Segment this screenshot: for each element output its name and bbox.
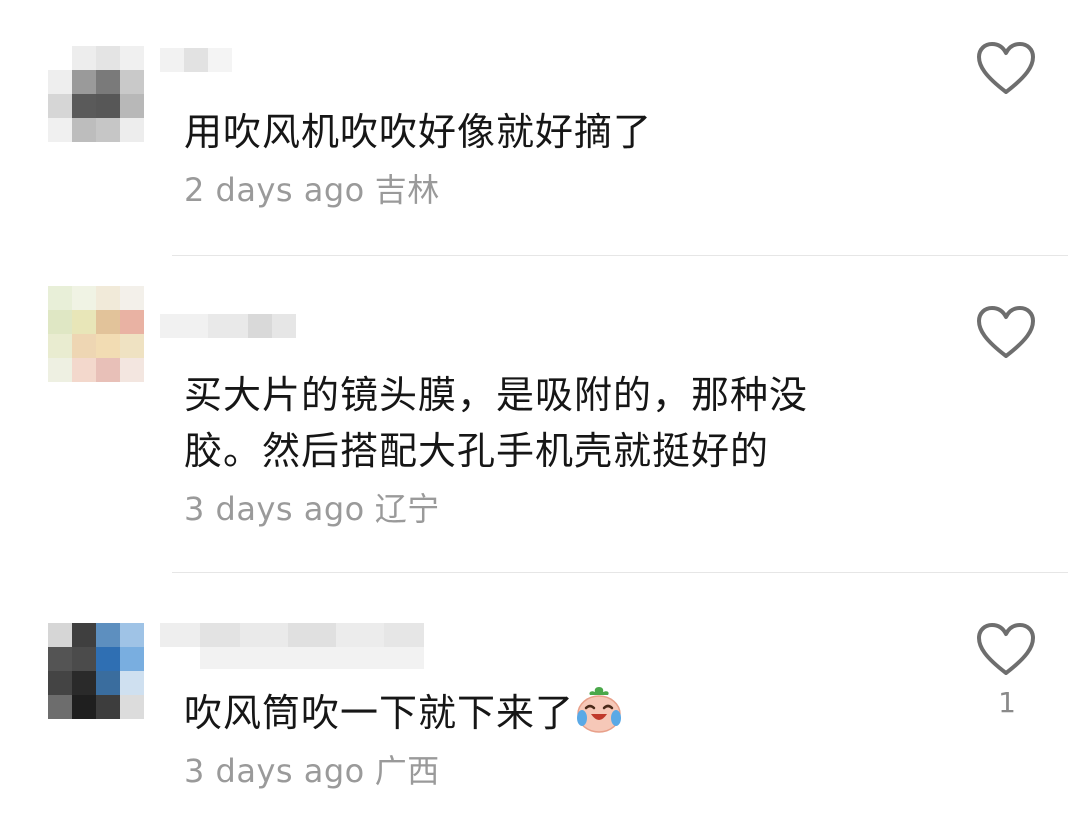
comment-time: 3 days ago	[184, 752, 365, 790]
comment-location: 吉林	[374, 171, 440, 209]
comment-time: 3 days ago	[184, 490, 365, 528]
heart-outline-icon[interactable]	[975, 304, 1037, 360]
like-count: 1	[998, 686, 1016, 719]
heart-outline-icon[interactable]	[975, 621, 1037, 677]
comment-meta: 3 days ago 广西	[184, 746, 450, 792]
laughing-crying-emoji	[577, 687, 622, 733]
comment-item: 用吹风机吹吹好像就好摘了 2 days ago 吉林	[0, 0, 1068, 255]
avatar[interactable]	[48, 623, 144, 719]
avatar[interactable]	[48, 286, 144, 382]
comment-item: 买大片的镜头膜，是吸附的，那种没胶。然后搭配大孔手机壳就挺好的 3 days a…	[0, 256, 1068, 572]
comment-text: 买大片的镜头膜，是吸附的，那种没胶。然后搭配大孔手机壳就挺好的	[184, 373, 809, 473]
comment-text-content: 吹风筒吹一下就下来了	[184, 691, 575, 735]
username-blurred[interactable]	[160, 623, 430, 669]
avatar[interactable]	[48, 46, 144, 142]
comment-time: 2 days ago	[184, 171, 365, 209]
comment-item: 吹风筒吹一下就下来了 3 days ago 广西 1	[0, 573, 1068, 816]
comment-location: 广西	[374, 752, 440, 790]
comment-location: 辽宁	[374, 490, 440, 528]
comment-text: 吹风筒吹一下就下来了	[184, 684, 904, 741]
username-blurred[interactable]	[160, 48, 232, 72]
comment-text: 用吹风机吹吹好像就好摘了	[184, 110, 653, 154]
heart-outline-icon[interactable]	[975, 40, 1037, 96]
username-blurred[interactable]	[160, 314, 310, 338]
comment-meta: 3 days ago 辽宁	[184, 484, 450, 530]
comment-meta: 2 days ago 吉林	[184, 165, 450, 211]
